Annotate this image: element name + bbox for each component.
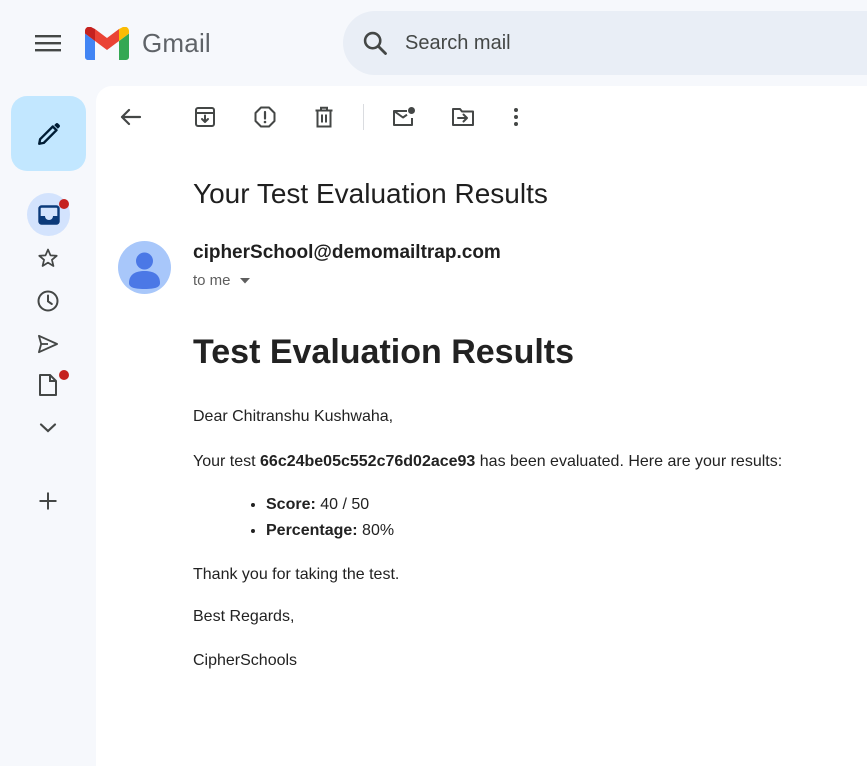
back-button[interactable] (113, 99, 149, 135)
more-vert-icon (514, 108, 518, 126)
intro-suffix: has been evaluated. Here are your result… (475, 453, 783, 470)
star-icon (38, 248, 58, 267)
person-icon (129, 252, 160, 289)
search-bar[interactable] (343, 11, 867, 75)
body-heading: Test Evaluation Results (193, 333, 575, 371)
move-to-button[interactable] (445, 99, 481, 135)
draft-file-icon (39, 374, 57, 396)
more-options-button[interactable] (498, 99, 534, 135)
result-value: 40 / 50 (315, 496, 370, 513)
recipient-details-toggle[interactable]: to me (193, 272, 250, 289)
email-subject: Your Test Evaluation Results (193, 178, 548, 209)
intro-prefix: Your test (193, 453, 261, 470)
results-list: Score: 40 / 50 Percentage: 80% (193, 492, 394, 544)
sender-avatar (118, 241, 171, 294)
result-label: Score: (266, 496, 316, 513)
sender-email[interactable]: cipherSchool@demomailtrap.com (193, 242, 501, 264)
main-menu-button[interactable] (24, 23, 72, 63)
plus-icon (39, 492, 57, 510)
search-input[interactable] (403, 30, 807, 56)
mark-unread-button[interactable] (386, 99, 422, 135)
caret-down-icon (239, 277, 250, 283)
gmail-logo[interactable]: Gmail (85, 22, 211, 64)
move-to-folder-icon (452, 108, 474, 126)
rail-drafts[interactable] (26, 367, 70, 403)
clock-icon (37, 290, 59, 312)
intro-paragraph: Your test 66c24be05c552c76d02ace93 has b… (193, 453, 782, 471)
result-item-percentage: Percentage: 80% (266, 518, 394, 544)
inbox-badge-dot (59, 199, 69, 209)
delete-button[interactable] (306, 99, 342, 135)
chevron-down-icon (39, 423, 57, 433)
result-value: 80% (357, 522, 395, 539)
rail-inbox[interactable] (27, 193, 70, 236)
trash-icon (315, 106, 333, 128)
signature-text: CipherSchools (193, 652, 298, 669)
create-label-button[interactable] (26, 483, 70, 519)
rail-snoozed[interactable] (26, 283, 70, 319)
result-item-score: Score: 40 / 50 (266, 492, 394, 518)
report-spam-icon (254, 106, 276, 128)
mark-unread-icon (393, 107, 415, 126)
drafts-badge-dot (59, 370, 69, 380)
gmail-m-icon (85, 26, 129, 60)
rail-starred[interactable] (26, 240, 70, 276)
thanks-text: Thank you for taking the test. (193, 566, 400, 583)
inbox-icon (37, 204, 60, 225)
test-id: 66c24be05c552c76d02ace93 (260, 453, 476, 470)
toolbar-divider (363, 104, 364, 130)
rail-more[interactable] (26, 410, 70, 446)
closing-text: Best Regards, (193, 608, 295, 625)
compose-button[interactable] (11, 96, 86, 171)
rail-sent[interactable] (26, 326, 70, 362)
pencil-icon (37, 122, 60, 145)
search-icon[interactable] (361, 29, 389, 57)
send-icon (38, 334, 58, 354)
archive-icon (195, 107, 215, 127)
greeting-text: Dear Chitranshu Kushwaha, (193, 408, 394, 425)
arrow-left-icon (120, 108, 142, 126)
result-label: Percentage: (266, 522, 358, 539)
recipient-label: to me (193, 272, 231, 289)
archive-button[interactable] (187, 99, 223, 135)
report-spam-button[interactable] (247, 99, 283, 135)
hamburger-icon (35, 35, 61, 52)
app-name: Gmail (142, 27, 211, 58)
